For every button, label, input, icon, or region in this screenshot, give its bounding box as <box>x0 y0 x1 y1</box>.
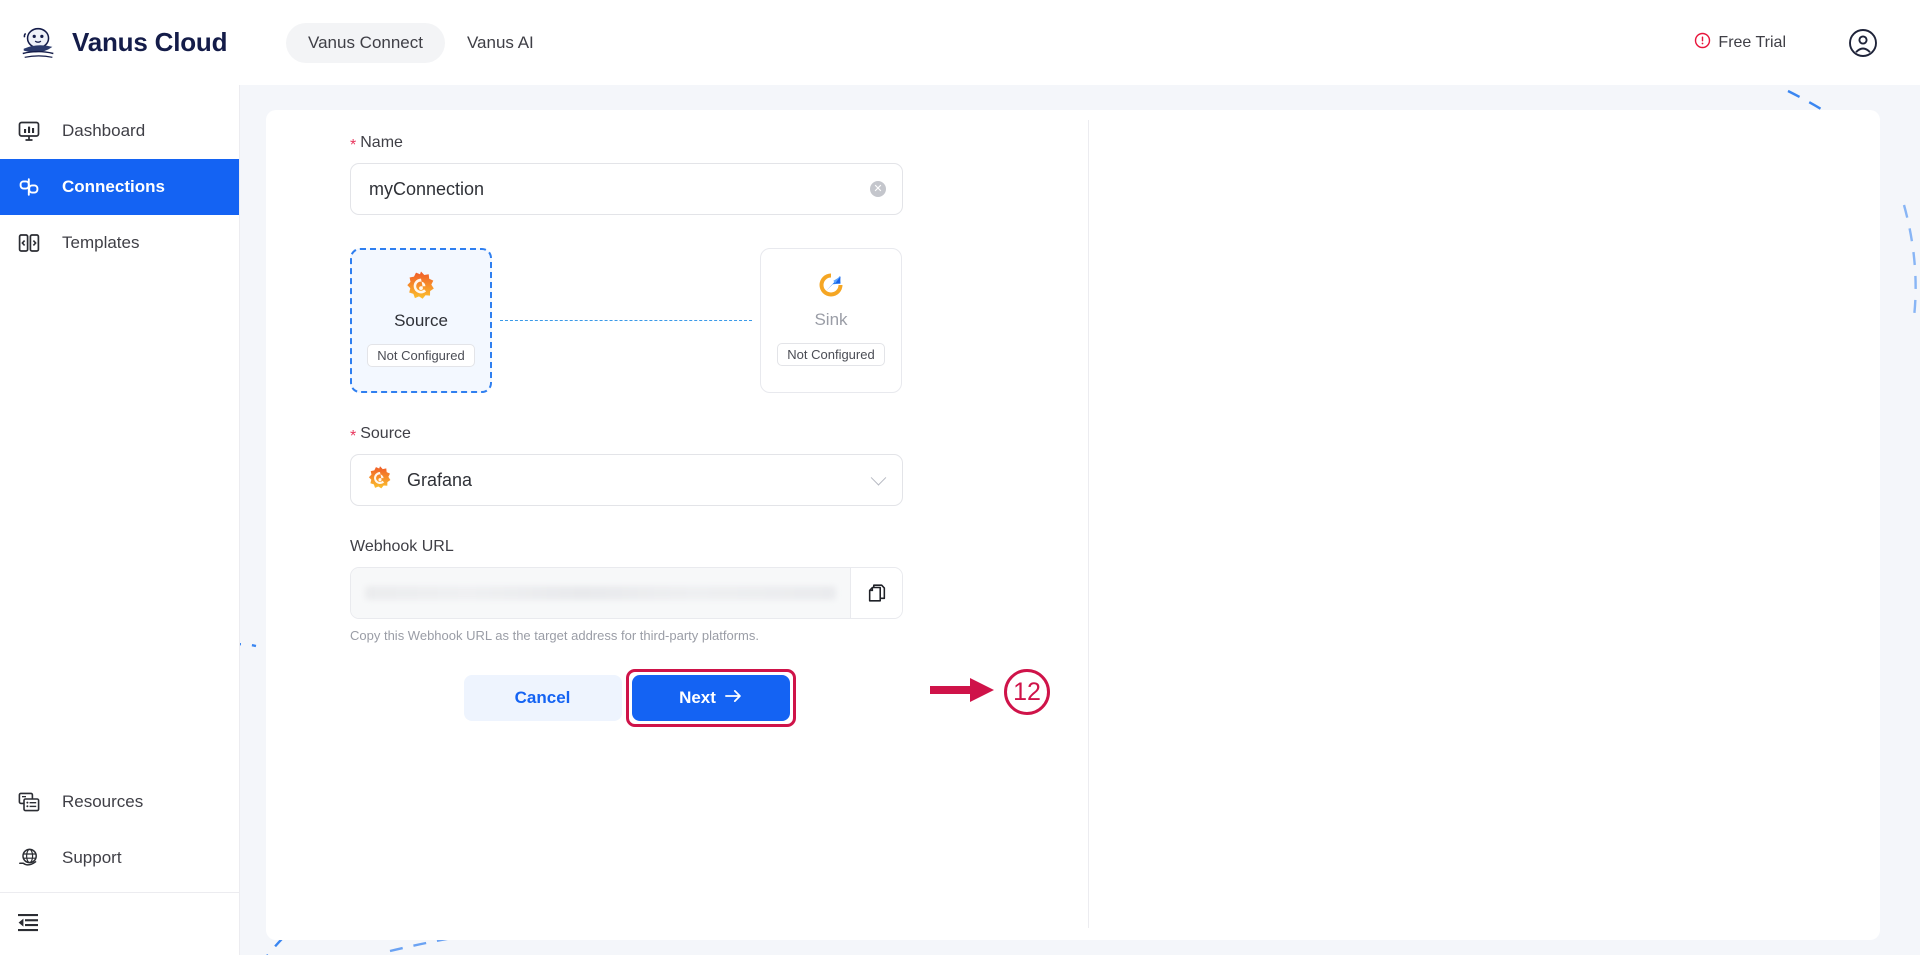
next-button-wrapper: Next <box>625 669 796 727</box>
clear-circle-icon[interactable]: ✕ <box>870 181 886 197</box>
sidebar-nav-top: Dashboard Connections Templates <box>0 85 239 271</box>
sidebar-item-label: Resources <box>62 792 144 811</box>
webhook-label-text: Webhook URL <box>350 538 454 555</box>
annotation-arrow-icon <box>930 672 1002 713</box>
source-node-card[interactable]: Source Not Configured <box>350 248 492 393</box>
connection-form-panel: * Name myConnection ✕ Source Not Configu… <box>266 110 1880 940</box>
grafana-icon <box>405 270 437 302</box>
sink-node-status-badge: Not Configured <box>777 343 885 366</box>
connections-icon <box>16 174 42 200</box>
sink-node-card[interactable]: Sink Not Configured <box>760 248 902 393</box>
form-actions: Cancel Next 12 <box>350 669 1050 727</box>
webhook-url-masked-value <box>365 586 836 600</box>
free-trial-label: Free Trial <box>1718 33 1786 51</box>
source-select-label: * Source <box>350 425 910 445</box>
source-label-text: Source <box>360 425 411 442</box>
next-button-label: Next <box>679 688 716 707</box>
sink-arrow-icon <box>815 269 847 301</box>
dashboard-icon <box>16 118 42 144</box>
support-globe-icon <box>16 845 42 871</box>
sidebar-item-support[interactable]: Support <box>0 830 239 886</box>
sidebar-item-label: Dashboard <box>62 121 146 140</box>
panel-divider <box>1088 120 1089 928</box>
required-asterisk: * <box>350 428 357 445</box>
source-node-status-badge: Not Configured <box>367 344 475 367</box>
name-input-value: myConnection <box>369 178 485 199</box>
source-select[interactable]: Grafana <box>350 454 903 506</box>
connection-nodes: Source Not Configured Sink Not Configure… <box>350 248 903 393</box>
source-select-value: Grafana <box>407 469 473 490</box>
next-button[interactable]: Next <box>631 675 790 721</box>
alert-circle-icon <box>1694 32 1711 54</box>
sidebar-item-label: Connections <box>62 177 165 196</box>
seal-logo-icon <box>18 22 60 64</box>
cancel-button[interactable]: Cancel <box>463 675 622 721</box>
name-label-text: Name <box>360 134 403 151</box>
sidebar-item-dashboard[interactable]: Dashboard <box>0 103 239 159</box>
sidebar-item-connections[interactable]: Connections <box>0 159 239 215</box>
arrow-right-icon <box>724 688 742 708</box>
collapse-sidebar-icon <box>16 911 40 938</box>
sidebar-item-label: Templates <box>62 233 140 252</box>
sidebar-collapse-button[interactable] <box>0 893 239 955</box>
name-input[interactable]: myConnection ✕ <box>350 163 903 215</box>
sidebar: Dashboard Connections Templates Resource… <box>0 85 240 955</box>
connection-form: * Name myConnection ✕ Source Not Configu… <box>350 134 1050 727</box>
node-connector-line <box>500 320 752 321</box>
webhook-url-label: Webhook URL <box>350 538 910 556</box>
annotation-step-number: 12 <box>1004 669 1050 715</box>
sidebar-item-resources[interactable]: Resources <box>0 774 239 830</box>
sink-node-title: Sink <box>814 310 848 329</box>
sidebar-nav-bottom: Resources Support <box>0 774 239 955</box>
webhook-url-hint: Copy this Webhook URL as the target addr… <box>350 628 759 643</box>
top-tabs: Vanus Connect Vanus AI <box>286 22 556 63</box>
name-field-label: * Name <box>350 134 910 154</box>
chevron-down-icon[interactable] <box>870 470 887 486</box>
free-trial-status[interactable]: Free Trial <box>1694 32 1786 54</box>
required-asterisk: * <box>350 137 357 154</box>
main-content: * Name myConnection ✕ Source Not Configu… <box>240 85 1920 955</box>
annotation-group: 12 <box>930 669 1050 715</box>
resources-icon <box>16 789 42 815</box>
source-node-title: Source <box>394 311 448 330</box>
brand-name: Vanus Cloud <box>72 27 228 57</box>
tab-vanus-ai[interactable]: Vanus AI <box>445 23 556 63</box>
webhook-url-field <box>350 567 903 619</box>
user-circle-icon[interactable] <box>1848 28 1878 58</box>
sidebar-item-templates[interactable]: Templates <box>0 215 239 271</box>
brand: Vanus Cloud <box>18 22 240 64</box>
app-header: Vanus Cloud Vanus Connect Vanus AI Free … <box>0 0 1920 85</box>
header-right: Free Trial <box>1694 28 1878 58</box>
templates-icon <box>16 230 42 256</box>
tab-vanus-connect[interactable]: Vanus Connect <box>286 22 445 63</box>
grafana-icon <box>367 465 393 496</box>
sidebar-item-label: Support <box>62 848 122 867</box>
copy-icon[interactable] <box>850 568 902 618</box>
webhook-url-input <box>351 568 850 618</box>
